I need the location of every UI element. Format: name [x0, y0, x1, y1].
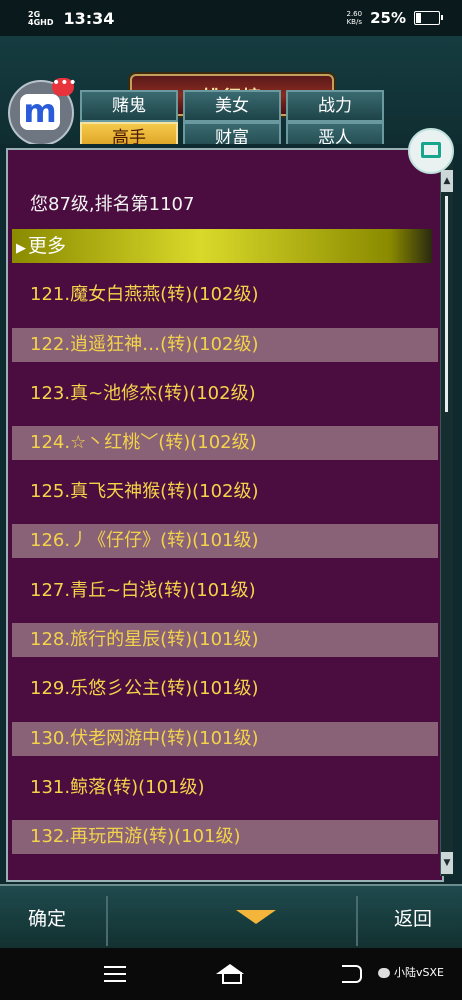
confirm-button[interactable]: 确定 — [28, 904, 66, 931]
book-icon[interactable] — [408, 128, 454, 174]
down-arrow-icon[interactable] — [236, 910, 276, 924]
player-rank-text: 您87级,排名第1107 — [30, 194, 195, 215]
rank-row[interactable]: 129.乐悠彡公主(转)(101级) — [12, 672, 438, 706]
scroll-up-icon[interactable]: ▲ — [441, 170, 453, 192]
rank-row[interactable]: 130.伏老网游中(转)(101级) — [12, 722, 438, 756]
status-bar: 2G 4GHD 13:34 2.60 KB/s 25% — [0, 0, 462, 36]
play-arrow-icon: ▶ — [16, 241, 26, 256]
logo-m-icon: m — [20, 94, 60, 130]
scrollbar[interactable]: ▲ ▼ — [440, 150, 453, 876]
status-left: 2G 4GHD 13:34 — [28, 9, 114, 28]
back-icon[interactable] — [342, 965, 362, 983]
tab-power[interactable]: 战力 — [286, 90, 384, 122]
watermark-text: 小陆vSXE — [394, 966, 444, 979]
android-nav-bar: 小陆vSXE — [0, 948, 462, 1000]
watermark: 小陆vSXE — [378, 964, 444, 980]
rank-row[interactable]: 121.魔女白燕燕(转)(102级) — [12, 278, 438, 312]
tab-gambler[interactable]: 赌鬼 — [80, 90, 178, 122]
wechat-icon — [378, 968, 390, 978]
rank-row[interactable]: 132.再玩西游(转)(101级) — [12, 820, 438, 854]
battery-icon — [414, 11, 443, 25]
rank-row[interactable]: 127.青丘~白浅(转)(101级) — [12, 574, 438, 608]
clock: 13:34 — [63, 9, 115, 28]
network-speed-value: 2.60 — [346, 10, 363, 18]
more-label: 更多 — [28, 235, 67, 257]
bottom-bar: 确定 返回 — [0, 884, 462, 950]
menu-icon[interactable] — [104, 966, 126, 987]
scroll-down-icon[interactable]: ▼ — [441, 852, 453, 874]
tab-beauty[interactable]: 美女 — [183, 90, 281, 122]
signal-icons: 2G 4GHD — [28, 10, 54, 27]
signal-4g: 4GHD — [28, 17, 54, 27]
network-speed-unit: KB/s — [346, 18, 362, 26]
more-button[interactable]: ▶ 更多 — [12, 229, 432, 263]
divider — [356, 896, 358, 946]
status-right: 2.60 KB/s 25% — [347, 9, 443, 27]
rank-row[interactable]: 126.丿《仔仔》(转)(101级) — [12, 524, 438, 558]
divider — [106, 896, 108, 946]
rank-row[interactable]: 125.真飞天神猴(转)(102级) — [12, 475, 438, 509]
app-logo[interactable]: m ••• — [8, 76, 77, 146]
rank-row[interactable]: 123.真~池修杰(转)(102级) — [12, 377, 438, 411]
notification-badge: ••• — [52, 76, 77, 96]
ranking-panel: 您87级,排名第1107 ▶ 更多 121.魔女白燕燕(转)(102级) 122.… — [6, 148, 444, 882]
rank-row[interactable]: 131.鲸落(转)(101级) — [12, 771, 438, 805]
back-button[interactable]: 返回 — [394, 904, 432, 931]
rank-row[interactable]: 124.☆丶红桃﹀(转)(102级) — [12, 426, 438, 460]
home-icon[interactable] — [216, 962, 244, 984]
rank-row[interactable]: 128.旅行的星辰(转)(101级) — [12, 623, 438, 657]
battery-percent: 25% — [370, 9, 406, 27]
scroll-thumb[interactable] — [445, 196, 448, 412]
network-speed: 2.60 KB/s — [347, 10, 363, 26]
rank-row[interactable]: 122.逍遥狂神…(转)(102级) — [12, 328, 438, 362]
